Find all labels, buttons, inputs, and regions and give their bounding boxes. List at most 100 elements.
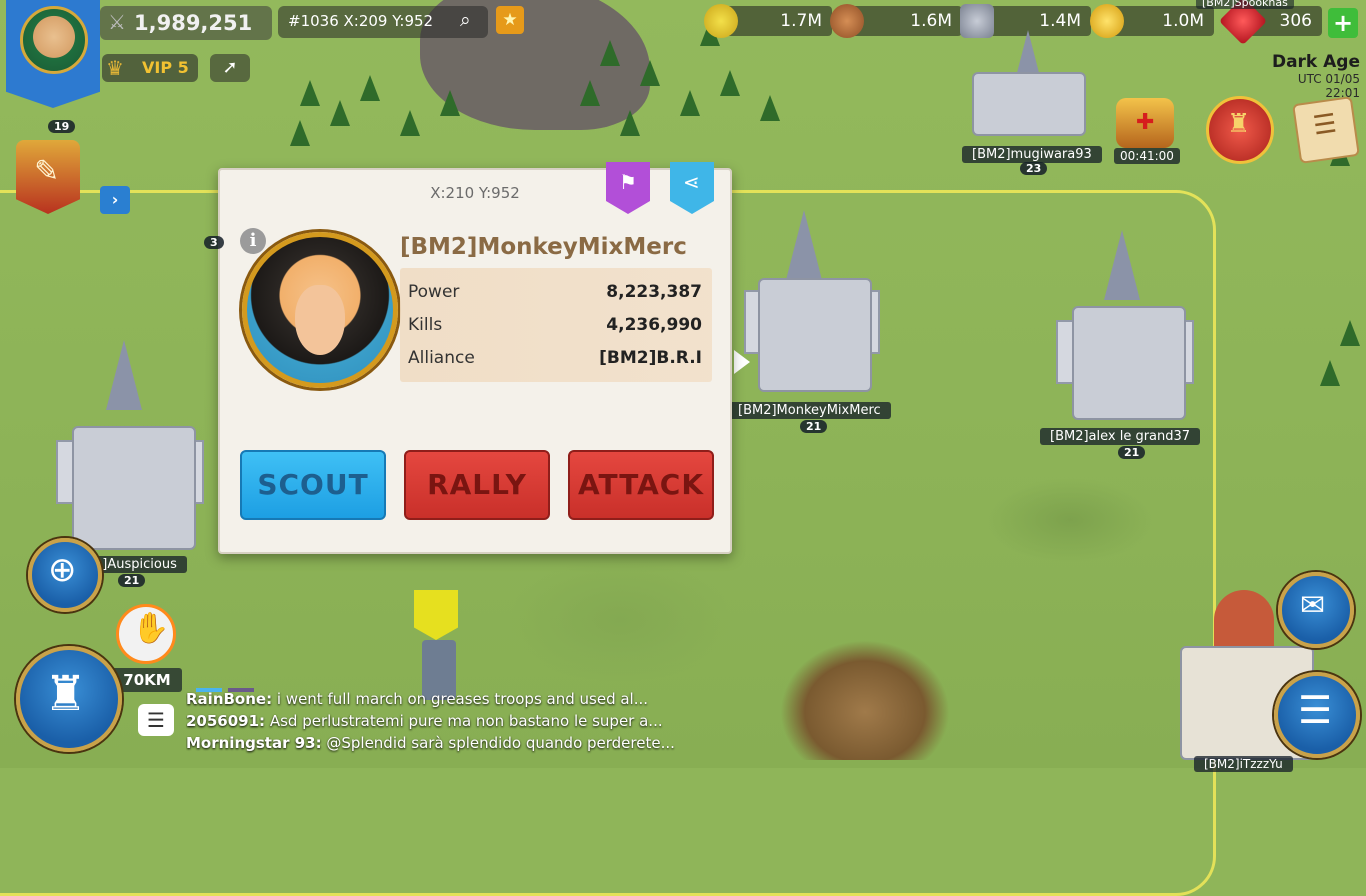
age-label: Dark Age [1271,52,1360,72]
green-hand-icon: ✋ [132,611,170,646]
stat-label: Alliance [408,348,475,368]
sword-icon: ⚔ [108,10,126,34]
city-level-badge: 21 [800,420,828,433]
bookmark-star-button[interactable]: ★ [496,6,524,34]
chat-button[interactable]: ☰ [138,704,174,736]
city-name-tag: [BM2]mugiwara93 [962,146,1102,163]
chat-preview[interactable]: RainBone: i went full march on greases t… [186,690,706,756]
magnifier-plus-icon: ⊕ [48,550,77,590]
buy-gems-button[interactable]: + [1328,8,1358,38]
city-name-tag: [BM2]iTzzzYu [1194,756,1293,772]
city-level-badge: 21 [1118,446,1146,459]
stat-label: Kills [408,315,443,335]
popup-coordinates: X:210 Y:952 [430,184,520,202]
envelope-icon: ✉ [1300,588,1326,623]
chat-text: @Splendid sarà splendido quando perderet… [321,734,675,752]
distance-indicator: 70KM [112,668,182,692]
lumber-camp[interactable] [780,640,950,760]
chat-user: 2056091: [186,712,266,730]
chat-bubble-icon: ☰ [147,708,165,732]
crown-icon: ♛ [106,56,124,80]
chat-line: RainBone: i went full march on greases t… [186,690,706,712]
share-icon: ⋖ [683,170,700,194]
rally-button[interactable]: RALLY [404,450,550,520]
city-alex-le-grand37[interactable] [1050,230,1200,420]
star-icon: ★ [502,10,518,30]
city-level-badge: 23 [1020,162,1048,175]
main-menu-button[interactable]: ☰ [1274,672,1360,758]
info-button[interactable]: i [240,228,266,254]
alliance-flag-tower[interactable] [406,570,470,700]
player-avatar-portrait[interactable] [242,232,398,388]
document-icon: ☰ [1311,108,1339,142]
vip-button[interactable]: ♛ VIP 5 [102,54,198,82]
food-resource[interactable]: 1.7M [722,6,832,36]
stat-value: [BM2]B.R.I [599,348,702,368]
chat-user: Morningstar 93: [186,734,322,752]
army-level-badge: 3 [204,236,224,249]
scroll-event-button[interactable]: ☰ [1292,96,1360,164]
army-level-badge: 19 [48,120,76,133]
player-avatar[interactable] [20,6,88,74]
city-level-badge: 21 [118,574,146,587]
flag-icon: ⚑ [619,170,637,194]
stat-row-alliance: Alliance [BM2]B.R.I [408,348,702,368]
gem-value: 306 [1279,11,1312,31]
age-display: Dark Age UTC 01/05 22:01 [1260,52,1360,100]
server-time: UTC 01/05 22:01 [1297,72,1360,100]
samurai-helmet-icon: ♜ [1227,109,1251,139]
chevron-right-icon: › [111,190,119,209]
power-display: ⚔ 1,989,251 [100,6,272,40]
player-name: [BM2]MonkeyMixMerc [400,234,687,260]
scout-button[interactable]: SCOUT [240,450,386,520]
food-value: 1.7M [780,11,822,31]
plus-icon: + [1332,9,1354,37]
event-timer: 00:41:00 [1114,148,1180,164]
player-info-popup: X:210 Y:952 ⚑ ⋖ i [BM2]MonkeyMixMerc Pow… [218,162,732,554]
quest-scroll-button[interactable]: ✎ [16,140,80,214]
power-value: 1,989,251 [134,11,253,35]
arrow-up-icon: ➚ [222,57,238,78]
stat-row-kills: Kills 4,236,990 [408,315,702,335]
alliance-help-button[interactable]: ✋ [116,604,176,664]
samurai-event-button[interactable]: ♜ [1206,96,1274,164]
chat-line: Morningstar 93: @Splendid sarà splendido… [186,734,706,756]
mark-location-button[interactable]: ⚑ [606,162,650,214]
city-monkeymixmerc[interactable] [738,210,888,400]
city-auspicious[interactable] [50,340,210,550]
search-icon[interactable]: ⌕ [460,9,471,31]
vip-label: VIP 5 [142,58,189,77]
attack-button[interactable]: ATTACK [568,450,714,520]
player-portrait-banner[interactable] [6,0,100,108]
zoom-search-button[interactable]: ⊕ [28,538,102,612]
stat-value: 8,223,387 [606,282,702,302]
chat-text: Asd perlustratemi pure ma non bastano le… [265,712,663,730]
coordinate-search-bar[interactable]: #1036 X:209 Y:952 ⌕ [278,6,488,38]
stat-row-power: Power 8,223,387 [408,282,702,302]
wood-value: 1.6M [910,11,952,31]
return-to-city-button[interactable]: ♜ [16,646,122,752]
corn-icon [704,4,738,38]
stone-value: 1.4M [1039,11,1081,31]
city-mugiwara93[interactable] [958,30,1098,150]
castle-icon: ♜ [44,666,88,722]
avatar-face [295,285,345,355]
stat-label: Power [408,282,460,302]
gold-value: 1.0M [1162,11,1204,31]
mail-button[interactable]: ✉ [1278,572,1354,648]
chat-user: RainBone: [186,690,273,708]
expand-side-panel-button[interactable]: › [100,186,130,214]
chest-icon: ✚ [1136,110,1155,135]
chest-event-button[interactable]: ✚ [1116,98,1174,148]
player-stats-panel: Power 8,223,387 Kills 4,236,990 Alliance [B… [400,268,712,382]
scroll-quill-icon: ✎ [34,154,60,189]
chat-line: 2056091: Asd perlustratemi pure ma non b… [186,712,706,734]
upgrade-arrow-button[interactable]: ➚ [210,54,250,82]
coord-readout: #1036 X:209 Y:952 [288,12,434,30]
stat-value: 4,236,990 [606,315,702,335]
share-button[interactable]: ⋖ [670,162,714,214]
city-name-tag: [BM2]MonkeyMixMerc [728,402,891,419]
wood-log-icon [830,4,864,38]
chat-text: i went full march on greases troops and … [272,690,649,708]
selection-arrow-icon [734,350,750,374]
